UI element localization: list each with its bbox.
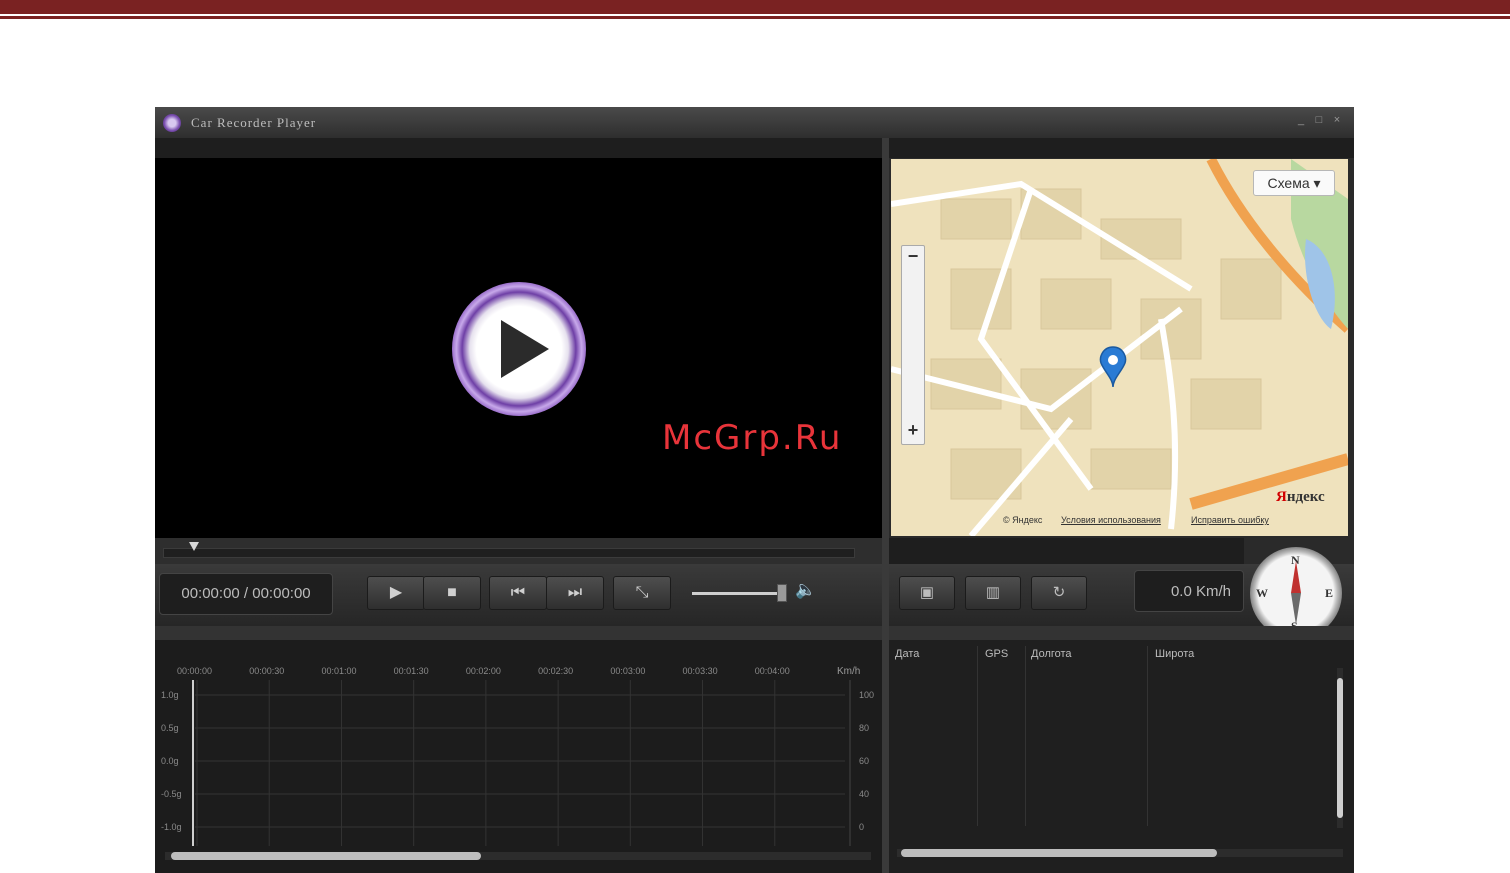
- chart-hscroll-thumb[interactable]: [171, 852, 481, 860]
- col-longitude[interactable]: Долгота: [1031, 648, 1072, 660]
- col-latitude[interactable]: Широта: [1155, 648, 1194, 660]
- fullscreen-button[interactable]: ⤡: [613, 576, 671, 610]
- minimize-button[interactable]: _: [1293, 113, 1309, 127]
- previous-button[interactable]: ⏮: [489, 576, 547, 610]
- chart-right-tick: 40: [859, 789, 869, 799]
- yandex-logo: Яндекс: [1276, 489, 1325, 505]
- watermark-text: McGrp.Ru: [662, 418, 843, 458]
- delete-button[interactable]: ▥: [965, 576, 1021, 610]
- chart-time-tick: 00:00:00: [177, 666, 212, 676]
- table-header: Дата GPS Долгота Широта: [889, 646, 1347, 664]
- map-zoom-control[interactable]: − +: [901, 245, 925, 445]
- zoom-out-button[interactable]: −: [902, 246, 924, 268]
- volume-icon[interactable]: 🔈: [795, 580, 816, 600]
- map-scheme-dropdown[interactable]: Схема ▾: [1253, 170, 1335, 196]
- chart-right-tick: 0: [859, 822, 864, 832]
- gps-data-table: Дата GPS Долгота Широта: [889, 626, 1354, 873]
- volume-slider-track[interactable]: [692, 592, 782, 595]
- col-gps[interactable]: GPS: [985, 648, 1008, 660]
- sensor-chart-panel: 00:00:00 00:00:30 00:01:00 00:01:30 00:02:00…: [155, 626, 882, 873]
- seek-bar: [155, 538, 882, 564]
- column-divider: [977, 646, 978, 826]
- window-title: Car Recorder Player: [191, 115, 317, 130]
- refresh-icon: ↻: [1052, 584, 1066, 601]
- chart-time-tick: 00:02:30: [538, 666, 573, 676]
- map-report-link[interactable]: Исправить ошибку: [1191, 515, 1269, 525]
- chart-left-tick: 0.5g: [161, 723, 179, 733]
- map-status-bar: [889, 538, 1244, 564]
- chart-time-tick: 00:03:00: [610, 666, 645, 676]
- table-vscroll-thumb[interactable]: [1337, 678, 1343, 818]
- compass-east: E: [1325, 586, 1334, 600]
- chart-time-tick: 00:01:30: [394, 666, 429, 676]
- speed-display: 0.0 Km/h: [1134, 570, 1244, 612]
- map-view[interactable]: Схема ▾ − + Яндекс © Яндекс Условия испо…: [891, 159, 1348, 536]
- camera-icon: ▣: [919, 584, 935, 601]
- map-streets: [891, 159, 1348, 536]
- car-recorder-window: Car Recorder Player _ □ × 00:00:00 / 00:…: [155, 107, 1354, 873]
- seek-thumb[interactable]: [189, 542, 199, 551]
- chart-left-tick: -0.5g: [161, 789, 182, 799]
- video-screen[interactable]: [155, 158, 882, 538]
- snapshot-button[interactable]: ▣: [899, 576, 955, 610]
- play-icon: [501, 320, 549, 378]
- maximize-button[interactable]: □: [1311, 113, 1327, 127]
- title-bar[interactable]: Car Recorder Player _ □ ×: [155, 107, 1354, 138]
- chart-left-tick: 1.0g: [161, 690, 179, 700]
- panel-divider[interactable]: [882, 138, 889, 873]
- chart-time-ticks: 00:00:00 00:00:30 00:01:00 00:01:30 00:02:00…: [177, 666, 790, 676]
- page-top-line: [0, 16, 1510, 19]
- chart-time-tick: 00:01:00: [321, 666, 356, 676]
- sensor-chart: 00:00:00 00:00:30 00:01:00 00:01:30 00:02:00…: [155, 640, 882, 873]
- compass-needle-north: [1291, 561, 1301, 593]
- map-copyright: © Яндекс: [1003, 515, 1043, 525]
- chart-left-tick: 0.0g: [161, 756, 179, 766]
- chart-time-tick: 00:03:30: [683, 666, 718, 676]
- compass-west: W: [1256, 586, 1268, 600]
- video-header: [155, 138, 882, 158]
- column-divider: [1147, 646, 1148, 826]
- chart-left-tick: -1.0g: [161, 822, 182, 832]
- seek-track[interactable]: [163, 548, 855, 558]
- play-button[interactable]: ▶: [367, 576, 425, 610]
- next-button[interactable]: ⏭: [546, 576, 604, 610]
- table-hscroll-thumb[interactable]: [901, 849, 1217, 857]
- compass-needle-south: [1291, 593, 1301, 625]
- map-terms-link[interactable]: Условия использования: [1061, 515, 1161, 525]
- app-logo-icon: [163, 114, 181, 132]
- close-button[interactable]: ×: [1329, 113, 1345, 127]
- chart-right-tick: 100: [859, 690, 874, 700]
- map-header: [889, 138, 1354, 158]
- refresh-button[interactable]: ↻: [1031, 576, 1087, 610]
- time-display: 00:00:00 / 00:00:00: [159, 573, 333, 615]
- big-play-button[interactable]: [452, 282, 586, 416]
- map-footer: © Яндекс Условия использования Исправить…: [891, 513, 1348, 529]
- player-controls: 00:00:00 / 00:00:00 ▶ ■ ⏮ ⏭ ⤡ 🔈: [155, 564, 882, 626]
- volume-slider-thumb[interactable]: [777, 584, 787, 602]
- column-divider: [1025, 646, 1026, 826]
- col-date[interactable]: Дата: [895, 648, 919, 660]
- table-toolbar: [889, 626, 1354, 640]
- zoom-in-button[interactable]: +: [902, 420, 924, 442]
- chart-right-tick: 80: [859, 723, 869, 733]
- page-top-bar: [0, 0, 1510, 14]
- chart-toolbar: [155, 626, 882, 640]
- chart-time-tick: 00:02:00: [466, 666, 501, 676]
- chart-time-tick: 00:04:00: [755, 666, 790, 676]
- chart-unit-label: Km/h: [837, 666, 860, 677]
- trash-icon: ▥: [985, 584, 1001, 601]
- chart-right-tick: 60: [859, 756, 869, 766]
- chart-time-tick: 00:00:30: [249, 666, 284, 676]
- stop-button[interactable]: ■: [423, 576, 481, 610]
